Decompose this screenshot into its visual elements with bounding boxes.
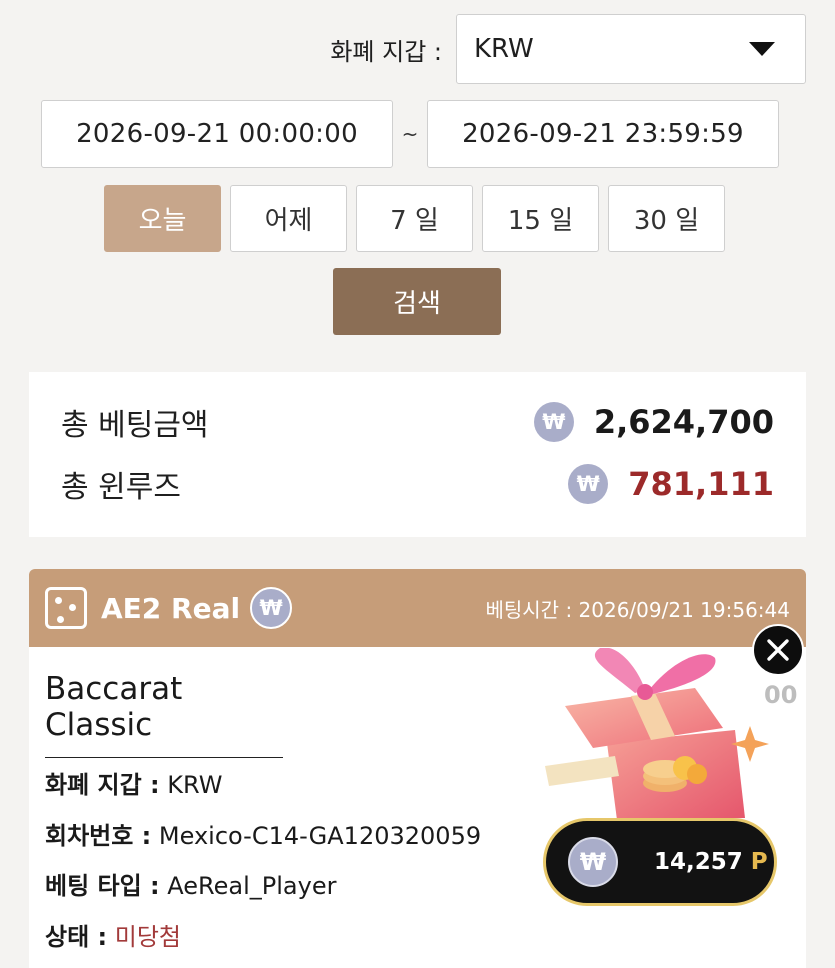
dropdown-caret-icon [749,42,775,56]
detail-wallet-key: 화폐 지갑 : [45,771,160,799]
detail-status-value: 미당첨 [114,923,182,951]
detail-round-value: Mexico-C14-GA120320059 [158,822,482,850]
detail-status: 상태 : 미당첨 [45,917,181,952]
date-separator: ~ [401,122,419,146]
bet-provider-group: AE2 Real ₩ [45,587,293,629]
date-to-input[interactable]: 2026-09-21 23:59:59 [426,100,779,168]
won-coin-icon: ₩ [533,402,574,442]
detail-bet-type: 베팅 타입 : AeReal_Player [45,866,336,901]
win-loss-row: 총 윈루즈 ₩ 781,111 [61,462,774,506]
wallet-label: 화폐 지갑 : [330,37,442,66]
close-icon [767,639,789,661]
total-bet-value-group: ₩ 2,624,700 [533,402,774,442]
date-from-input[interactable]: 2026-09-21 00:00:00 [41,100,393,168]
win-loss-label: 총 윈루즈 [61,470,181,505]
detail-bet-type-value: AeReal_Player [167,872,337,900]
total-bet-amount: 2,624,700 [593,403,774,441]
won-coin-icon: ₩ [568,837,618,887]
gift-box-icon[interactable] [545,648,775,828]
total-bet-row: 총 베팅금액 ₩ 2,624,700 [61,400,774,444]
period-button-30days[interactable]: 30 일 [608,185,725,252]
points-badge[interactable]: ₩ 14,257 P [543,818,777,906]
won-coin-icon: ₩ [568,464,609,504]
summary-card: 총 베팅금액 ₩ 2,624,700 총 윈루즈 ₩ 781,111 [29,372,806,537]
detail-round-key: 회차번호 : [45,822,152,850]
points-unit: P [750,849,768,875]
period-button-yesterday[interactable]: 어제 [230,185,347,252]
detail-bet-type-key: 베팅 타입 : [45,872,160,900]
points-amount: 14,257 [654,849,743,875]
detail-wallet-value: KRW [167,771,223,799]
wallet-filter: 화폐 지갑 : KRW [330,14,806,84]
detail-status-key: 상태 : [45,923,108,951]
bet-record-header: AE2 Real ₩ 베팅시간 : 2026/09/21 19:56:44 [29,569,806,647]
close-promo-button[interactable] [752,624,804,676]
period-button-7days[interactable]: 7 일 [356,185,473,252]
period-button-15days[interactable]: 15 일 [482,185,599,252]
win-loss-amount: 781,111 [628,465,774,503]
bet-time: 베팅시간 : 2026/09/21 19:56:44 [485,597,790,622]
detail-wallet: 화폐 지갑 : KRW [45,765,222,800]
game-title: Baccarat Classic [45,671,283,758]
wallet-select[interactable]: KRW [456,14,806,84]
wallet-select-value: KRW [474,34,534,64]
won-coin-icon: ₩ [250,587,293,629]
search-button[interactable]: 검색 [333,268,501,335]
period-button-today[interactable]: 오늘 [104,185,221,252]
dice-icon [45,587,87,629]
provider-name: AE2 Real [101,591,241,625]
detail-round: 회차번호 : Mexico-C14-GA120320059 [45,816,481,851]
total-bet-label: 총 베팅금액 [61,408,209,443]
win-loss-value-group: ₩ 781,111 [568,464,774,504]
period-buttons: 오늘 어제 7 일 15 일 30 일 [104,185,725,252]
date-range: 2026-09-21 00:00:00 ~ 2026-09-21 23:59:5… [41,100,779,168]
